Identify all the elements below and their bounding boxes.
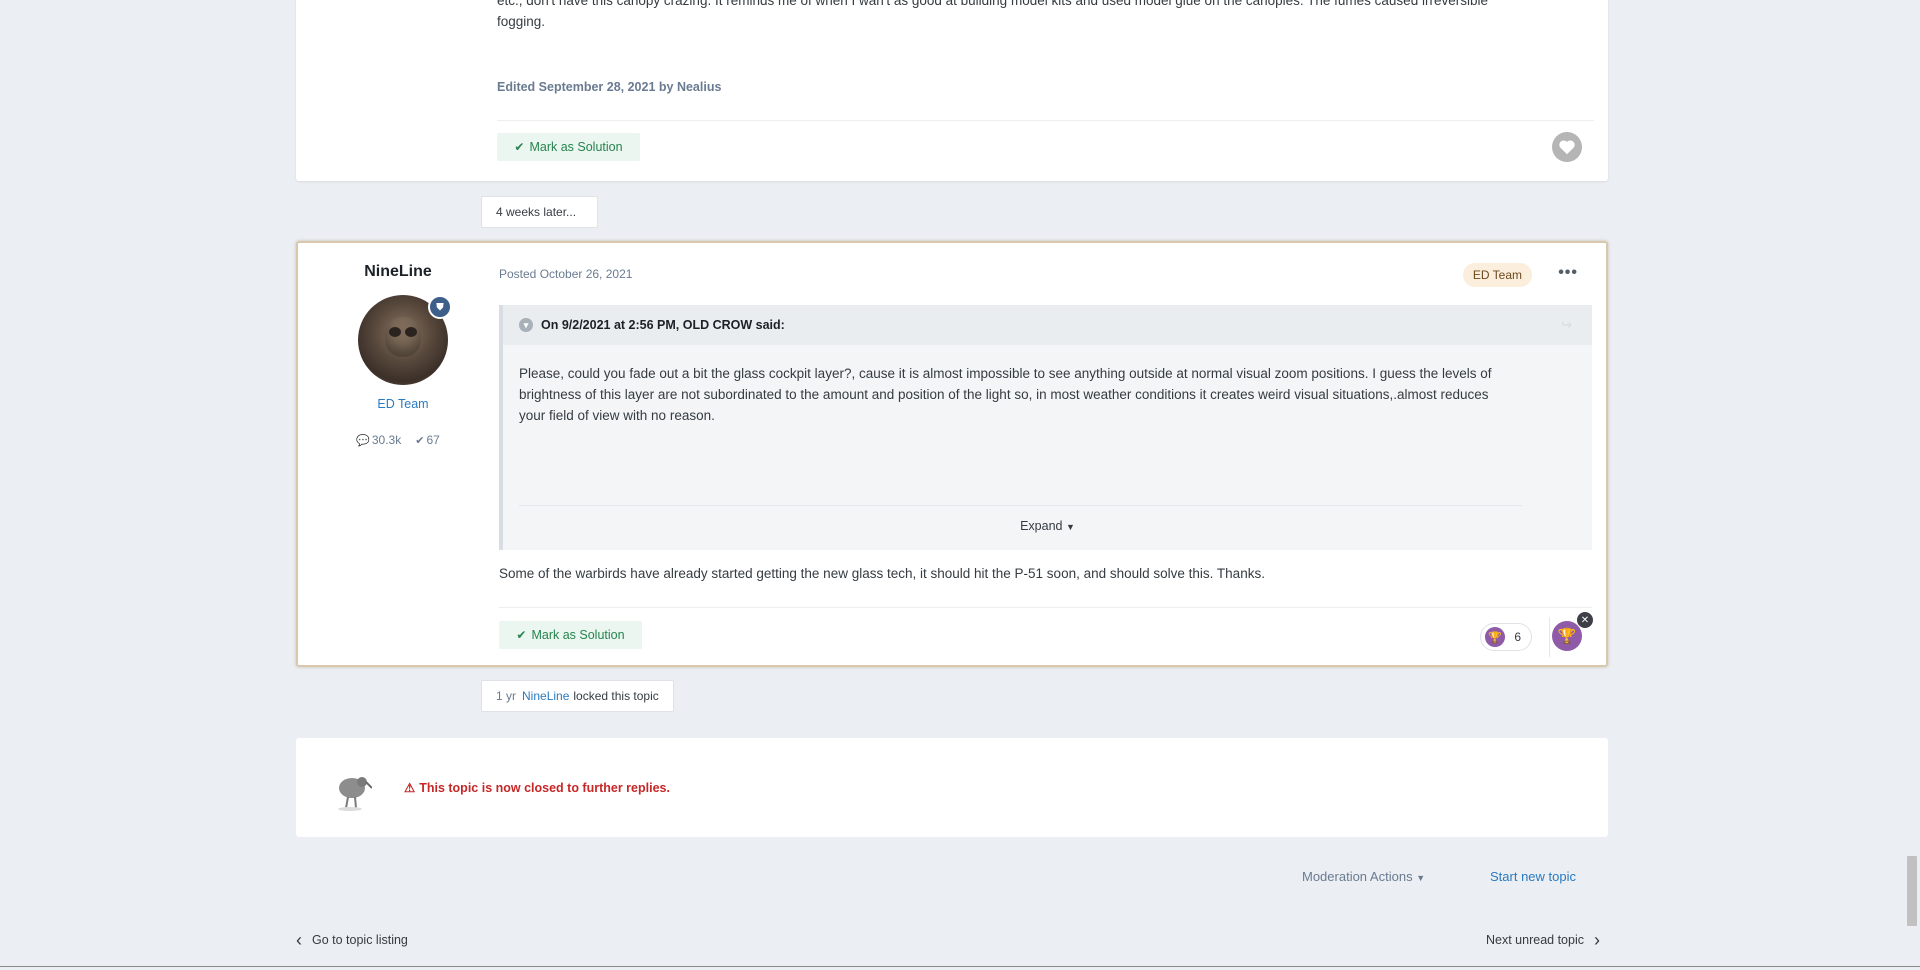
- post-count: 💬 30.3k: [356, 433, 401, 447]
- moderation-actions-label: Moderation Actions: [1302, 869, 1413, 884]
- trophy-icon: 🏆: [1485, 627, 1505, 647]
- quote-line: Please, could you fade out a bit the gla…: [519, 366, 1492, 381]
- edited-note: Edited September 28, 2021 by Nealius: [497, 80, 722, 94]
- divider: [1549, 617, 1550, 657]
- quote-block: ▾ On 9/2/2021 at 2:56 PM, OLD CROW said:…: [499, 305, 1592, 550]
- time-gap-label: 4 weeks later...: [481, 196, 598, 228]
- more-options-icon[interactable]: •••: [1558, 263, 1578, 283]
- posted-date[interactable]: Posted October 26, 2021: [499, 267, 632, 281]
- close-icon[interactable]: ✕: [1576, 611, 1594, 629]
- kiwi-bird-icon: [338, 777, 372, 811]
- solution-count: ✔ 67: [415, 433, 440, 447]
- expand-label: Expand: [1020, 519, 1063, 533]
- post-count-value: 30.3k: [371, 433, 402, 447]
- quote-body: Please, could you fade out a bit the gla…: [519, 363, 1569, 426]
- event-time: 1 yr: [496, 689, 517, 703]
- mark-as-solution-label: Mark as Solution: [531, 628, 625, 642]
- go-to-topic-listing-link[interactable]: ‹ Go to topic listing: [296, 930, 408, 950]
- heart-icon: [1559, 140, 1575, 155]
- quote-header: ▾ On 9/2/2021 at 2:56 PM, OLD CROW said:: [503, 305, 1592, 345]
- share-icon[interactable]: ↪: [1561, 317, 1572, 333]
- post-card-previous: etc., don't have this canopy crazing. It…: [296, 0, 1608, 181]
- divider: [497, 120, 1594, 121]
- chevron-left-icon: ‹: [296, 930, 302, 950]
- scrollbar-thumb[interactable]: [1907, 856, 1917, 926]
- scrollbar[interactable]: [1904, 0, 1920, 970]
- avatar-goggle: [405, 327, 417, 337]
- expand-button[interactable]: Expand ▼: [503, 519, 1592, 533]
- reaction-summary[interactable]: 🏆 6: [1480, 623, 1532, 651]
- post-body: etc., don't have this canopy crazing. It…: [497, 0, 1577, 32]
- warning-icon: ⚠: [404, 781, 416, 795]
- post-body-line: fogging.: [497, 14, 546, 29]
- divider: [499, 607, 1592, 608]
- member-group: ED Team: [377, 397, 429, 411]
- check-circle-icon: ✔: [415, 435, 425, 447]
- solution-count-value: 67: [426, 433, 440, 447]
- shield-icon: ⛊: [428, 295, 452, 319]
- go-to-topic-listing-label: Go to topic listing: [312, 933, 408, 947]
- caret-down-icon: ▼: [1416, 873, 1426, 883]
- divider: [519, 505, 1522, 506]
- author-name[interactable]: NineLine: [298, 263, 498, 281]
- divider: [0, 966, 1920, 967]
- avatar-goggle: [389, 327, 401, 337]
- topic-locked-event: 1 yr NineLine locked this topic: [481, 680, 674, 712]
- comment-icon: 💬: [356, 435, 370, 447]
- trophy-icon: 🏆: [1557, 628, 1577, 645]
- caret-down-icon: ▼: [1065, 522, 1075, 532]
- like-button[interactable]: [1552, 132, 1582, 162]
- moderation-actions-dropdown[interactable]: Moderation Actions ▼: [1302, 869, 1425, 884]
- mark-as-solution-button[interactable]: ✔ Mark as Solution: [497, 133, 640, 161]
- post-body: Some of the warbirds have already starte…: [499, 566, 1265, 581]
- topic-closed-notice: ⚠ This topic is now closed to further re…: [296, 738, 1608, 837]
- post-body-line: etc., don't have this canopy crazing. It…: [497, 0, 1488, 8]
- start-new-topic-link[interactable]: Start new topic: [1490, 869, 1576, 884]
- quote-line: brightness of this layer are not subordi…: [519, 387, 1489, 402]
- closed-message: ⚠ This topic is now closed to further re…: [404, 780, 670, 796]
- mark-as-solution-label: Mark as Solution: [529, 140, 623, 154]
- reaction-count: 6: [1514, 630, 1521, 644]
- next-unread-topic-label: Next unread topic: [1486, 933, 1584, 947]
- author-stats: 💬 30.3k ✔ 67: [298, 433, 498, 447]
- post-card-nineline: NineLine ⛊ ED Team 💬 30.3k ✔ 67 Posted Oct…: [296, 241, 1608, 667]
- chevron-right-icon: ›: [1593, 930, 1600, 950]
- quote-citation: On 9/2/2021 at 2:56 PM, OLD CROW said:: [541, 318, 785, 332]
- team-badge: ED Team: [1462, 263, 1532, 287]
- closed-message-text: This topic is now closed to further repl…: [419, 780, 670, 795]
- quote-line: your field of view with no reason.: [519, 408, 715, 423]
- next-unread-topic-link[interactable]: Next unread topic ›: [1486, 930, 1600, 950]
- avatar-face: [385, 317, 421, 357]
- event-action: locked this topic: [573, 689, 659, 703]
- check-icon: ✔: [514, 140, 525, 154]
- check-icon: ✔: [516, 628, 527, 642]
- event-user-link[interactable]: NineLine: [522, 689, 569, 703]
- mark-as-solution-button[interactable]: ✔ Mark as Solution: [499, 621, 642, 649]
- chevron-down-icon[interactable]: ▾: [519, 318, 533, 332]
